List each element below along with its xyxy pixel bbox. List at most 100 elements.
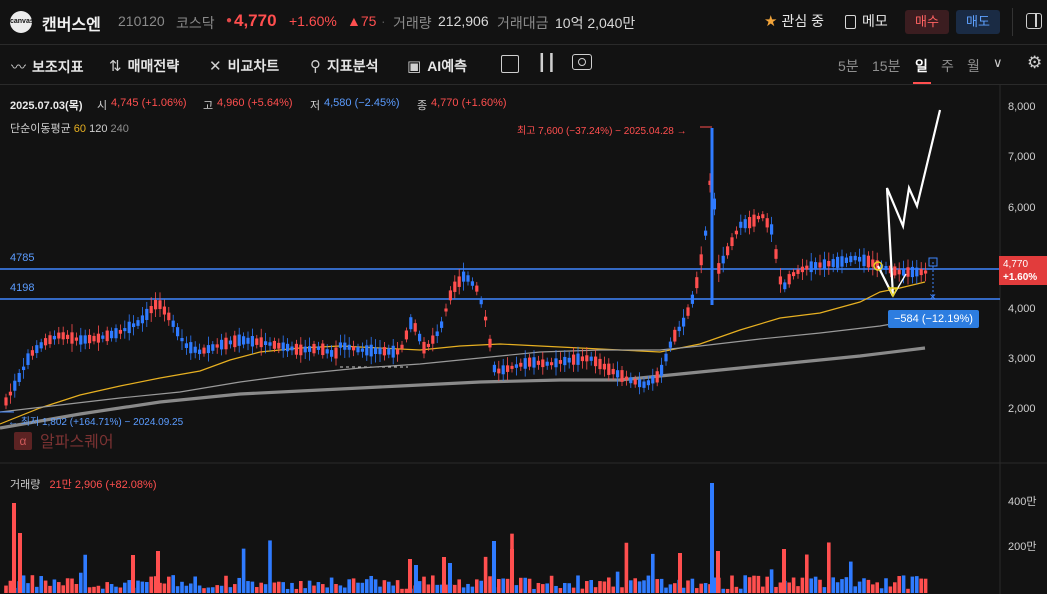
watchlist-button[interactable]: ★ 관심 중: [764, 11, 824, 31]
volume-bar: [730, 575, 734, 593]
volume-bar: [145, 582, 149, 593]
candle-body: [272, 340, 276, 349]
volume-bar: [849, 561, 853, 593]
candle-body: [325, 349, 329, 354]
indicator-button[interactable]: 〰 보조지표: [11, 56, 84, 77]
volume-bar: [167, 576, 171, 593]
volume-bar: [624, 542, 629, 593]
chevron-down-icon[interactable]: ∨: [993, 55, 1003, 71]
period-day[interactable]: 일: [915, 56, 928, 76]
candle-body: [127, 321, 131, 334]
candle-body: [338, 342, 342, 348]
candle-body: [162, 306, 166, 315]
current-price-tag: 4,770 +1.60%: [999, 256, 1047, 285]
memo-button[interactable]: 메모: [845, 11, 888, 31]
ma-legend[interactable]: 단순이동평균 60 120 240: [10, 120, 129, 136]
candle-body: [488, 338, 492, 348]
candle-body: [246, 337, 250, 344]
side-panel-toggle-icon[interactable]: [1026, 13, 1042, 29]
volume-bar: [391, 585, 395, 593]
candle-body: [743, 219, 747, 229]
volume-bar: [365, 579, 369, 593]
volume-bar: [105, 582, 109, 593]
volume-bar: [329, 577, 334, 593]
volume-bar: [598, 581, 602, 593]
volume-bar: [906, 588, 910, 593]
candle-body: [629, 377, 633, 384]
candle-body: [22, 366, 26, 371]
volume-bar: [615, 571, 620, 593]
candle-body: [145, 308, 149, 320]
volume-bar: [857, 581, 862, 593]
sell-button[interactable]: 매도: [956, 10, 1000, 34]
price-axis-label: 6,000: [1008, 202, 1036, 214]
volume-bar: [70, 578, 74, 593]
volume-bar: [21, 575, 26, 593]
volume-bar: [136, 580, 140, 593]
volume-bar: [303, 588, 307, 593]
candle-body: [118, 329, 122, 334]
low-value: 4,580 (−2.45%): [324, 97, 400, 109]
candle-body: [541, 359, 545, 368]
candle-body: [303, 346, 307, 353]
candle-body: [686, 307, 690, 316]
compare-icon: ✕: [209, 58, 222, 75]
candle-body: [620, 370, 624, 382]
stock-name[interactable]: 캔버스엔: [42, 11, 101, 35]
candle-body: [528, 357, 532, 367]
volume-bar: [255, 587, 259, 593]
candle-type-icon[interactable]: ┃┃: [537, 53, 556, 73]
volume-bar: [156, 551, 160, 593]
volume-bar: [442, 557, 446, 593]
candle-body: [220, 339, 224, 350]
volume-bar: [378, 586, 382, 593]
candle-body: [347, 344, 351, 350]
candle-body: [440, 321, 444, 328]
period-month[interactable]: 월: [967, 56, 980, 76]
volume-bar: [571, 587, 576, 593]
volume-bar: [395, 580, 400, 593]
buy-button[interactable]: 매수: [905, 10, 949, 34]
period-5min[interactable]: 5분: [838, 56, 859, 76]
volume-bar: [629, 580, 633, 593]
gear-icon[interactable]: ⚙: [1027, 53, 1042, 73]
ai-forecast-button[interactable]: ▣ AI예측: [407, 56, 467, 76]
volume-bar: [57, 582, 61, 593]
volume-bar: [435, 584, 439, 593]
indicator-analysis-button[interactable]: ⚲ 지표분석: [310, 56, 379, 76]
volume-bar: [576, 575, 580, 593]
volume-bar: [678, 553, 682, 593]
candle-body: [457, 276, 461, 287]
compare-chart-button[interactable]: ✕ 비교차트: [209, 56, 279, 76]
volume-bar: [162, 583, 167, 593]
close-value: 4,770 (+1.60%): [431, 97, 507, 109]
measure-handle-x[interactable]: ✕: [929, 292, 937, 302]
volume-bar: [228, 587, 233, 593]
volume-bar: [233, 584, 237, 593]
volume-bar: [813, 576, 818, 593]
candle-body: [501, 365, 505, 375]
strategy-icon: ⇅: [109, 58, 122, 75]
screenshot-camera-icon[interactable]: [572, 54, 592, 70]
volume-bar: [844, 577, 849, 593]
price-chart[interactable]: ✕: [0, 85, 1047, 594]
candle-body: [792, 272, 796, 277]
volume-bar: [8, 580, 13, 593]
low-label: 저: [310, 100, 321, 112]
volume-bar: [87, 587, 92, 593]
period-week[interactable]: 주: [941, 56, 954, 76]
period-15min[interactable]: 15분: [872, 56, 900, 76]
volume-bar: [193, 576, 197, 593]
drawing-tool-icon[interactable]: [501, 55, 519, 73]
candle-body: [519, 362, 523, 367]
candle-body: [92, 335, 96, 342]
candle-body: [356, 346, 360, 353]
candle-body: [783, 282, 787, 290]
volume-bar: [554, 585, 558, 593]
volume-bar: [123, 582, 127, 593]
trading-strategy-button[interactable]: ⇅ 매매전략: [109, 56, 179, 76]
volume-bar: [800, 577, 805, 593]
volume-bar: [756, 575, 761, 593]
volume-bar: [356, 582, 360, 593]
volume-bar: [30, 575, 35, 593]
